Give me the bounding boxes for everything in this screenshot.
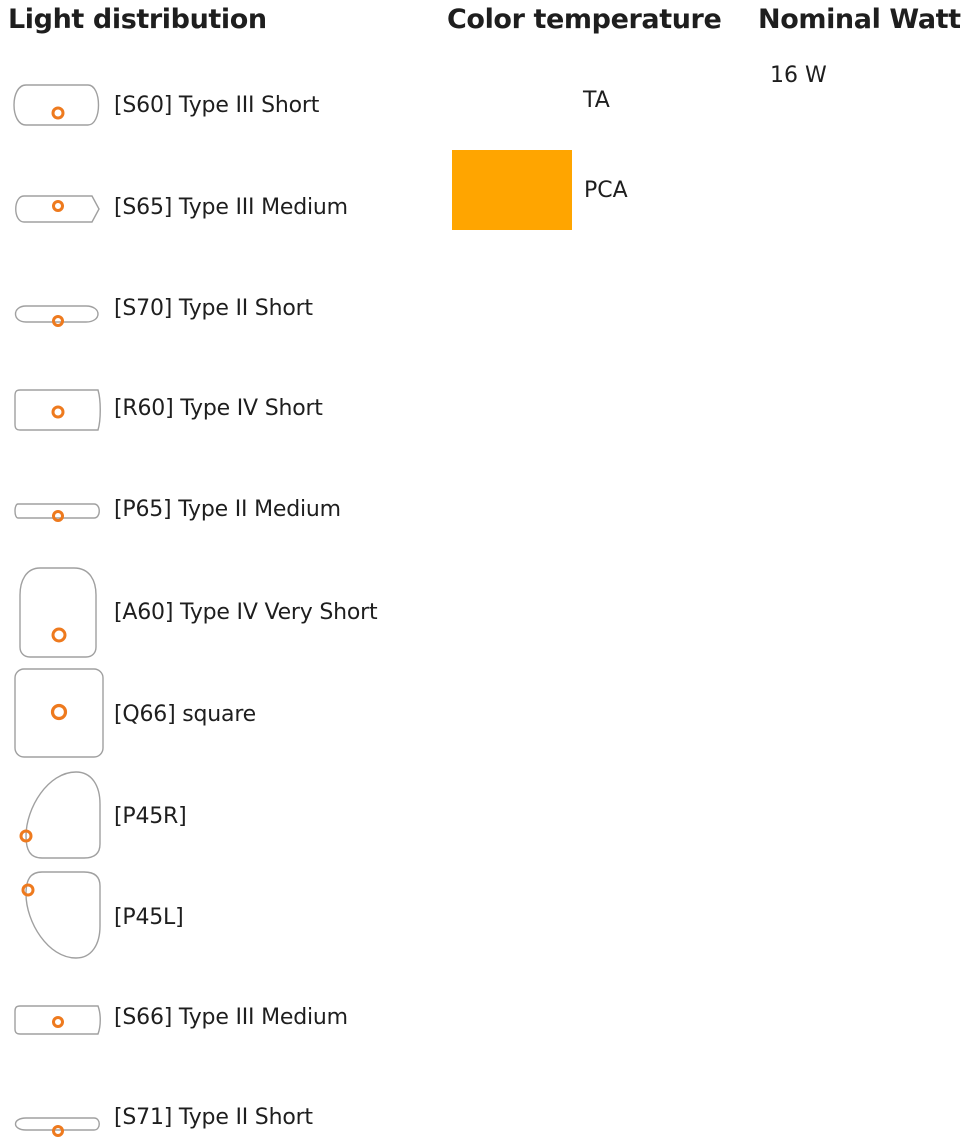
s71-distribution-icon[interactable] [12, 1112, 102, 1138]
p45r-distribution-icon[interactable] [12, 768, 102, 862]
distribution-label-s60[interactable]: [S60] Type III Short [114, 93, 319, 118]
distribution-label-p45l[interactable]: [P45L] [114, 905, 184, 930]
color-temperature-pca[interactable]: PCA [584, 178, 628, 203]
p65-distribution-icon[interactable] [12, 500, 102, 524]
s65-distribution-icon[interactable] [12, 194, 102, 224]
color-temperature-ta[interactable]: TA [583, 88, 610, 113]
distribution-label-r60[interactable]: [R60] Type IV Short [114, 396, 323, 421]
light-distribution-heading: Light distribution [8, 4, 267, 35]
distribution-label-p45r[interactable]: [P45R] [114, 804, 187, 829]
distribution-label-q66[interactable]: [Q66] square [114, 702, 256, 727]
distribution-label-p65[interactable]: [P65] Type II Medium [114, 497, 341, 522]
pca-color-swatch[interactable] [452, 150, 572, 230]
p45l-distribution-icon[interactable] [12, 868, 102, 962]
distribution-label-s66[interactable]: [S66] Type III Medium [114, 1005, 348, 1030]
nominal-watt-heading: Nominal Watt [758, 4, 961, 35]
color-temperature-heading: Color temperature [447, 4, 722, 35]
s60-distribution-icon[interactable] [12, 82, 102, 128]
distribution-label-s65[interactable]: [S65] Type III Medium [114, 195, 348, 220]
distribution-label-s71[interactable]: [S71] Type II Short [114, 1105, 313, 1130]
s66-distribution-icon[interactable] [12, 1004, 102, 1036]
r60-distribution-icon[interactable] [12, 388, 102, 432]
a60-distribution-icon[interactable] [12, 565, 102, 661]
nominal-watt-value[interactable]: 16 W [770, 63, 827, 88]
distribution-label-a60[interactable]: [A60] Type IV Very Short [114, 600, 378, 625]
q66-distribution-icon[interactable] [12, 668, 106, 760]
s70-distribution-icon[interactable] [12, 300, 102, 328]
distribution-label-s70[interactable]: [S70] Type II Short [114, 296, 313, 321]
